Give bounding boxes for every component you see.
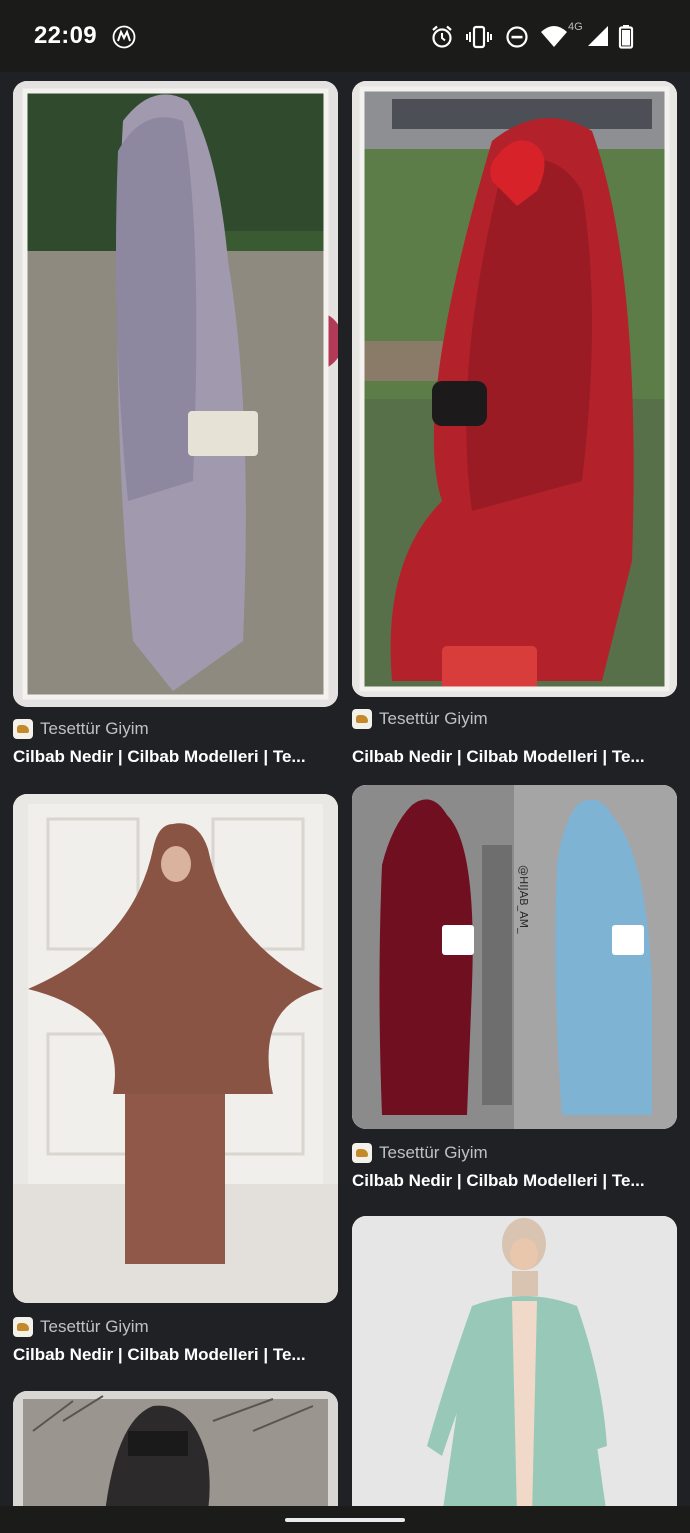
result-source: Tesettür Giyim <box>352 708 488 730</box>
result-source: Tesettür Giyim <box>13 718 149 740</box>
watermark-text: @HIJAB_AM_ <box>517 865 530 934</box>
wifi-icon <box>540 24 568 55</box>
result-title[interactable]: Cilbab Nedir | Cilbab Modelleri | Te... <box>13 747 333 767</box>
home-gesture-handle[interactable] <box>285 1518 405 1522</box>
image-result-card[interactable]: Tesettür Giyim Cilbab Nedir | Cilbab Mod… <box>13 81 338 771</box>
result-thumbnail[interactable] <box>13 1391 338 1506</box>
source-name: Tesettür Giyim <box>40 1317 149 1336</box>
source-name: Tesettür Giyim <box>379 1143 488 1162</box>
site-favicon-icon <box>13 1317 33 1337</box>
result-thumbnail[interactable] <box>352 1216 677 1506</box>
alarm-icon <box>430 24 454 55</box>
status-time: 22:09 <box>34 22 97 49</box>
vibrate-icon <box>466 24 492 55</box>
image-result-card[interactable]: @HIJAB_AM_ Tesettür Giyim Cilbab Nedir |… <box>352 785 677 1195</box>
result-thumbnail[interactable] <box>352 81 677 697</box>
result-source: Tesettür Giyim <box>352 1142 488 1164</box>
image-results-grid[interactable]: Tesettür Giyim Cilbab Nedir | Cilbab Mod… <box>0 72 690 1506</box>
signal-icon <box>586 24 610 55</box>
result-title[interactable]: Cilbab Nedir | Cilbab Modelleri | Te... <box>352 1171 662 1191</box>
site-favicon-icon <box>13 719 33 739</box>
image-result-card[interactable] <box>352 1216 677 1506</box>
result-thumbnail[interactable] <box>13 81 338 707</box>
motorola-icon <box>112 25 136 49</box>
do-not-disturb-icon <box>505 24 529 55</box>
navigation-bar <box>0 1506 690 1533</box>
result-thumbnail[interactable]: @HIJAB_AM_ <box>352 785 677 1129</box>
source-name: Tesettür Giyim <box>379 709 488 728</box>
image-result-card[interactable]: Tesettür Giyim Cilbab Nedir | Cilbab Mod… <box>13 794 338 1374</box>
site-favicon-icon <box>352 709 372 729</box>
result-title[interactable]: Cilbab Nedir | Cilbab Modelleri | Te... <box>13 1345 333 1365</box>
result-thumbnail[interactable] <box>13 794 338 1303</box>
network-type-label: 4G <box>568 21 583 33</box>
image-result-card[interactable]: Tesettür Giyim Cilbab Nedir | Cilbab Mod… <box>352 81 677 766</box>
status-icons: 4G <box>430 21 660 50</box>
result-title[interactable]: Cilbab Nedir | Cilbab Modelleri | Te... <box>352 747 662 767</box>
site-favicon-icon <box>352 1143 372 1163</box>
status-bar: 22:09 4G <box>0 0 690 72</box>
result-source: Tesettür Giyim <box>13 1316 149 1338</box>
source-name: Tesettür Giyim <box>40 719 149 738</box>
battery-icon <box>618 24 634 55</box>
image-result-card[interactable] <box>13 1391 338 1506</box>
